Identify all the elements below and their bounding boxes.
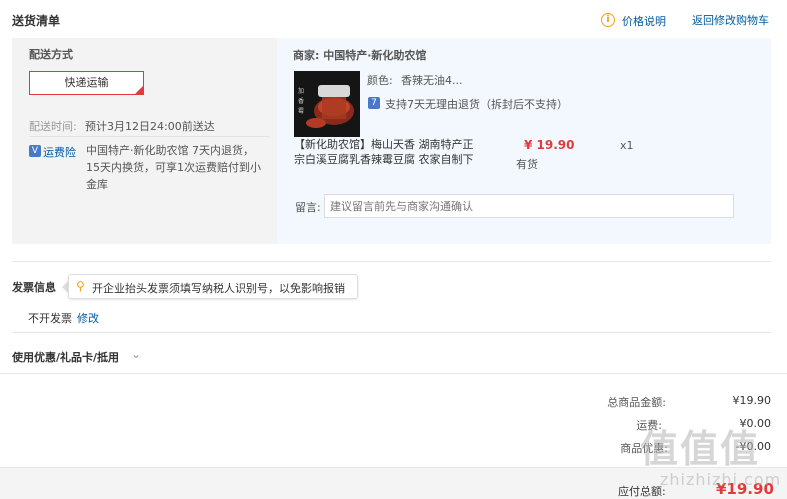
product-photo-icon: 加 香 霉 xyxy=(294,71,360,137)
product-quantity: x1 xyxy=(620,139,634,152)
shipping-method-label: 配送方式 xyxy=(29,48,73,61)
stock-status: 有货 xyxy=(516,158,538,171)
shop-name: 商家: 中国特产·新化助农馆 xyxy=(293,49,427,62)
invoice-label: 发票信息 xyxy=(12,281,56,294)
product-image[interactable]: 加 香 霉 xyxy=(294,71,360,137)
shipping-time-label: 配送时间: xyxy=(29,120,77,133)
back-to-cart-link[interactable]: 返回修改购物车 xyxy=(692,12,769,28)
shipping-time-value: 预计3月12日24:00前送达 xyxy=(85,120,215,133)
price-note-link[interactable]: 价格说明 xyxy=(622,13,666,29)
color-label: 颜色: xyxy=(367,74,393,87)
message-label: 留言: xyxy=(295,201,321,214)
svg-text:加: 加 xyxy=(298,87,304,95)
goods-total-value: ¥19.90 xyxy=(732,394,772,407)
insurance-icon: V xyxy=(29,145,41,157)
coupon-toggle[interactable]: 使用优惠/礼品卡/抵用 xyxy=(12,349,119,365)
watermark-logo: 值值值 xyxy=(640,427,761,471)
product-title-link[interactable]: 【新化助农馆】梅山天香 湖南特产正宗白溪豆腐乳香辣霉豆腐 农家自制下 xyxy=(294,137,484,167)
divider xyxy=(0,373,787,374)
invoice-edit-link[interactable]: 修改 xyxy=(77,310,99,326)
divider xyxy=(29,136,269,137)
invoice-tooltip-text: 开企业抬头发票须填写纳税人识别号，以免影响报销 xyxy=(92,282,345,295)
divider xyxy=(12,261,771,262)
divider xyxy=(12,332,771,333)
svg-text:霉: 霉 xyxy=(298,108,304,115)
payable-total-label: 应付总额: xyxy=(618,485,666,498)
watermark-text: zhizhizhi.com xyxy=(660,470,782,489)
page-title: 送货清单 xyxy=(12,14,61,28)
insurance-link[interactable]: 运费险 xyxy=(43,144,76,160)
color-value: 香辣无油4... xyxy=(401,74,463,87)
selected-corner-icon xyxy=(135,86,143,94)
return-policy-text: 支持7天无理由退货（拆封后不支持） xyxy=(385,98,568,111)
lightbulb-icon: ⚲ xyxy=(76,279,85,293)
insurance-text: 中国特产·新化助农馆 7天内退货，15天内换货，可享1次运费赔付到小金库 xyxy=(86,144,261,191)
shipping-method-button[interactable]: 快递运输 xyxy=(29,71,144,95)
info-icon: i xyxy=(601,13,615,27)
chevron-down-icon[interactable]: ⌄ xyxy=(131,347,141,361)
product-price: ¥ 19.90 xyxy=(524,138,575,152)
return-policy-icon: 7 xyxy=(368,97,380,109)
message-input[interactable] xyxy=(324,194,734,218)
invoice-value: 不开发票 xyxy=(28,312,72,325)
shipping-method-text: 快递运输 xyxy=(64,76,109,89)
goods-total-label: 总商品金额: xyxy=(607,396,666,409)
shipping-panel xyxy=(12,38,277,244)
svg-text:香: 香 xyxy=(298,97,304,105)
